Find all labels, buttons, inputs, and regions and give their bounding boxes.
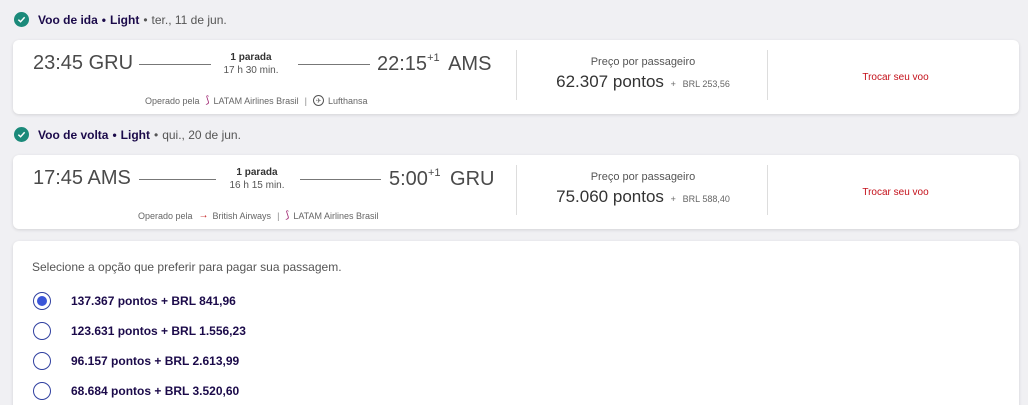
inbound-title: Voo de volta (38, 127, 109, 142)
inbound-flight-card: 17:45 AMS 1 parada 16 h 15 min. 5:00+1 G… (13, 155, 1019, 229)
arrival-airport: AMS (448, 53, 492, 75)
route-line (298, 64, 370, 65)
stops-count: 1 parada (230, 52, 272, 63)
inbound-fare: Light (120, 127, 150, 142)
route-line (300, 179, 381, 180)
day-offset: +1 (427, 52, 440, 64)
arrival-time: 5:00 (389, 168, 428, 190)
separator-dot: • (153, 127, 159, 142)
operated-by: Operado pela → British Airways | ⟆ LATAM… (138, 210, 379, 221)
stops-count: 1 parada (236, 167, 278, 178)
flight-duration: 17 h 30 min. (223, 65, 279, 76)
separator-dot: • (143, 12, 148, 27)
outbound-flight-card: 23:45 GRU 1 parada 17 h 30 min. 22:15+1 … (13, 40, 1019, 114)
price-brl: BRL 588,40 (682, 194, 730, 204)
arrival-airport: GRU (450, 168, 495, 190)
lufthansa-logo-icon: ✈ (313, 95, 324, 106)
price-plus: + (670, 194, 676, 204)
payment-option[interactable]: 137.367 pontos + BRL 841,96 (33, 292, 236, 310)
price-points: 75.060 pontos (556, 187, 664, 206)
arrival-time: 22:15 (377, 53, 428, 75)
check-circle-icon (14, 12, 29, 27)
airline-name: British Airways (212, 210, 272, 221)
divider (767, 165, 768, 215)
airline-name: Lufthansa (328, 95, 368, 106)
price-points: 62.307 pontos (556, 72, 664, 91)
airline-name: LATAM Airlines Brasil (293, 210, 379, 221)
operated-by: Operado pela ⟆ LATAM Airlines Brasil | ✈… (145, 95, 368, 106)
outbound-departure: 23:45 GRU (33, 52, 133, 75)
latam-logo-icon: ⟆ (285, 210, 290, 221)
inbound-date: qui., 20 de jun. (162, 127, 241, 142)
operated-label: Operado pela (138, 210, 193, 221)
payment-option-label: 137.367 pontos + BRL 841,96 (71, 294, 236, 308)
flight-duration: 16 h 15 min. (229, 180, 285, 191)
departure-airport: GRU (88, 52, 134, 74)
price-plus: + (670, 79, 676, 89)
airline-latam: ⟆ LATAM Airlines Brasil (206, 95, 299, 106)
outbound-fare: Light (110, 12, 140, 27)
payment-option[interactable]: 68.684 pontos + BRL 3.520,60 (33, 382, 239, 400)
payment-options-card: Selecione a opção que preferir para paga… (13, 241, 1019, 405)
outbound-date: ter., 11 de jun. (151, 12, 227, 27)
inbound-departure: 17:45 AMS (33, 167, 131, 190)
departure-airport: AMS (87, 167, 131, 189)
divider (516, 165, 517, 215)
price-value: 62.307 pontos + BRL 253,56 (518, 72, 768, 92)
outbound-stops-info: 1 parada 17 h 30 min. (196, 51, 306, 77)
departure-time: 17:45 (33, 167, 84, 189)
departure-time: 23:45 (33, 52, 84, 74)
inbound-price: Preço por passageiro 75.060 pontos + BRL… (518, 171, 768, 207)
payment-option-label: 96.157 pontos + BRL 2.613,99 (71, 354, 240, 368)
inbound-stops-info: 1 parada 16 h 15 min. (202, 166, 312, 192)
divider (516, 50, 517, 100)
airline-latam: ⟆ LATAM Airlines Brasil (285, 210, 378, 221)
change-outbound-flight-button[interactable]: Trocar seu voo (773, 72, 1018, 83)
payment-option-label: 68.684 pontos + BRL 3.520,60 (71, 384, 240, 398)
price-brl: BRL 253,56 (682, 79, 730, 89)
latam-logo-icon: ⟆ (205, 95, 210, 106)
separator-dot: • (112, 127, 117, 142)
payment-option[interactable]: 123.631 pontos + BRL 1.556,23 (33, 322, 246, 340)
radio-button-selected[interactable] (33, 292, 51, 310)
price-label: Preço por passageiro (590, 171, 696, 183)
outbound-arrival: 22:15+1 AMS (377, 52, 491, 76)
divider: | (304, 95, 307, 106)
outbound-title: Voo de ida (38, 12, 98, 27)
price-label: Preço por passageiro (590, 56, 696, 68)
radio-button[interactable] (33, 352, 51, 370)
divider (767, 50, 768, 100)
outbound-header: Voo de ida • Light • ter., 11 de jun. (14, 12, 227, 27)
divider: | (277, 210, 280, 221)
radio-button[interactable] (33, 322, 51, 340)
radio-button[interactable] (33, 382, 51, 400)
inbound-arrival: 5:00+1 GRU (389, 167, 495, 191)
payment-title: Selecione a opção que preferir para paga… (32, 260, 342, 274)
operated-label: Operado pela (145, 95, 200, 106)
airline-lufthansa: ✈ Lufthansa (313, 95, 368, 106)
airline-name: LATAM Airlines Brasil (213, 95, 299, 106)
day-offset: +1 (427, 167, 441, 179)
inbound-header: Voo de volta • Light • qui., 20 de jun. (14, 127, 241, 142)
price-value: 75.060 pontos + BRL 588,40 (518, 187, 768, 207)
check-circle-icon (14, 127, 29, 142)
airline-british-airways: → British Airways (199, 210, 272, 221)
payment-option-label: 123.631 pontos + BRL 1.556,23 (71, 324, 246, 338)
payment-option[interactable]: 96.157 pontos + BRL 2.613,99 (33, 352, 239, 370)
outbound-price: Preço por passageiro 62.307 pontos + BRL… (518, 56, 768, 92)
separator-dot: • (101, 12, 106, 27)
british-airways-logo-icon: → (198, 210, 209, 221)
change-inbound-flight-button[interactable]: Trocar seu voo (773, 187, 1018, 198)
